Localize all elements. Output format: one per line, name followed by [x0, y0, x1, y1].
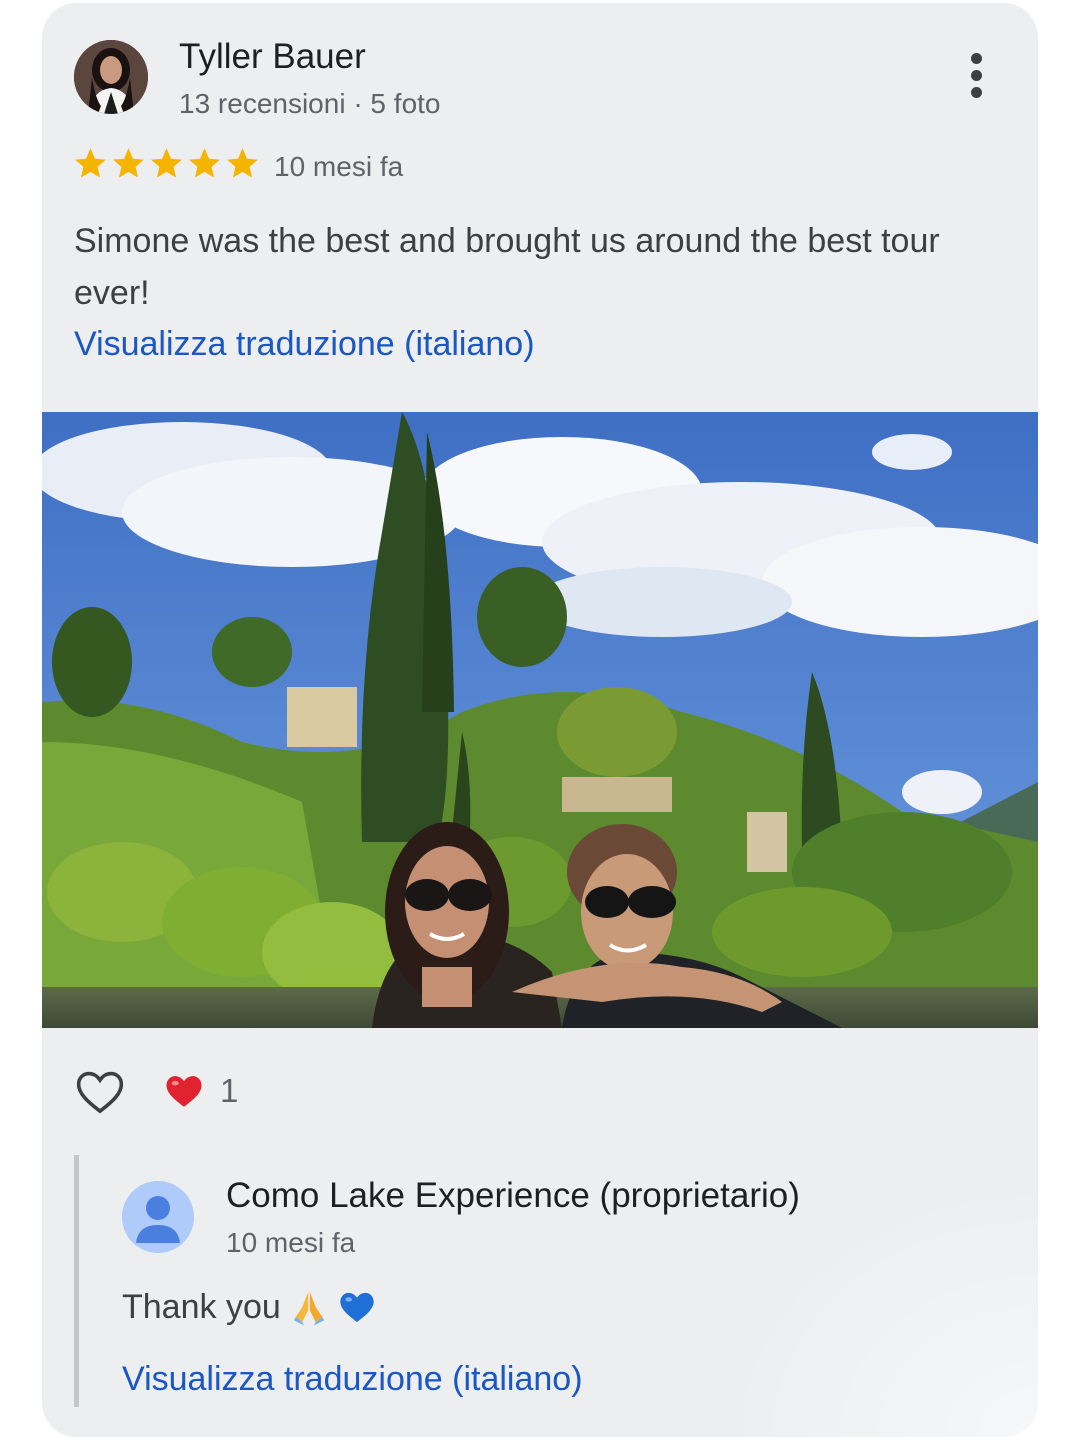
- owner-reply-time: 10 mesi fa: [226, 1227, 356, 1258]
- author-name[interactable]: Tyller Bauer: [179, 37, 366, 77]
- owner-reply-text: Thank you: [122, 1287, 377, 1327]
- star-icon: [75, 148, 106, 178]
- translate-review-link[interactable]: Visualizza traduzione (italiano): [74, 325, 535, 364]
- review-time: 10 mesi fa: [274, 151, 404, 182]
- owner-avatar: [122, 1181, 194, 1253]
- more-vert-icon[interactable]: [960, 53, 992, 107]
- star-icon: [189, 148, 220, 178]
- heart-outline-icon[interactable]: [72, 1065, 128, 1119]
- blue-heart-icon: [340, 1292, 374, 1322]
- star-rating: [72, 145, 261, 185]
- translate-reply-link[interactable]: Visualizza traduzione (italiano): [122, 1360, 583, 1399]
- red-heart-icon: [166, 1076, 202, 1107]
- author-meta: 13 recensioni · 5 foto: [179, 88, 441, 119]
- star-icon: [113, 148, 144, 178]
- star-icon: [227, 148, 258, 178]
- author-avatar[interactable]: [74, 40, 148, 114]
- reaction-summary[interactable]: 1: [162, 1070, 238, 1112]
- reply-divider: [74, 1155, 79, 1407]
- review-card: Tyller Bauer 13 recensioni · 5 foto 10 m…: [42, 3, 1038, 1437]
- reaction-count: 1: [220, 1072, 239, 1109]
- owner-name: Como Lake Experience (proprietario): [226, 1176, 800, 1215]
- folded-hands-icon: [293, 1292, 324, 1326]
- owner-reply-text-body: Thank you: [122, 1287, 281, 1326]
- review-photo[interactable]: [42, 412, 1038, 1028]
- star-icon: [151, 148, 182, 178]
- review-text: Simone was the best and brought us aroun…: [74, 222, 940, 312]
